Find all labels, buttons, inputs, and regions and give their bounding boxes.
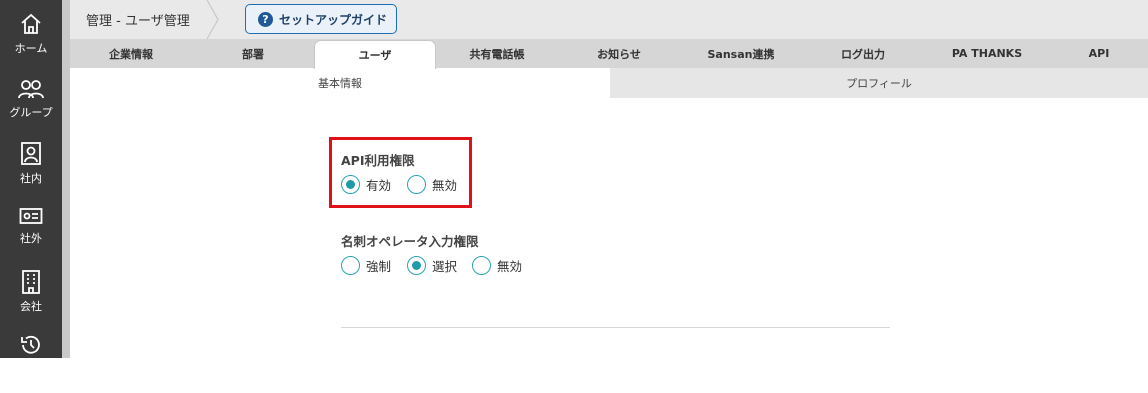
radio-circle [407, 175, 426, 194]
tab-shared-phonebook[interactable]: 共有電話帳 [436, 39, 558, 68]
internal-contacts-icon [0, 142, 62, 166]
nav-home[interactable]: ホーム [0, 12, 62, 72]
building-icon [0, 270, 62, 294]
group-icon [0, 78, 62, 100]
setup-guide-button[interactable]: ? セットアップガイド [245, 4, 397, 34]
tab-notices[interactable]: お知らせ [558, 39, 680, 68]
api-enabled-radio[interactable]: 有効 [341, 175, 391, 194]
operator-disabled-radio[interactable]: 無効 [472, 256, 522, 275]
api-permission-title: API利用権限 [341, 153, 415, 168]
radio-circle [472, 256, 491, 275]
section-divider [341, 327, 890, 328]
radio-label: 無効 [432, 178, 458, 193]
nav-external[interactable]: 社外 [0, 206, 62, 266]
home-icon [0, 12, 62, 36]
nav-external-label: 社外 [20, 232, 42, 245]
radio-label: 有効 [366, 178, 392, 193]
tab-label: Sansan連携 [707, 47, 775, 61]
tab-label: PA THANKS [951, 47, 1023, 60]
tab-label: ユーザ [358, 49, 392, 62]
tab-label: 共有電話帳 [469, 47, 525, 61]
radio-circle [341, 175, 360, 194]
highlight-box [329, 137, 472, 208]
tab-label: 企業情報 [109, 47, 153, 61]
tab-departments[interactable]: 部署 [192, 39, 314, 68]
business-card-icon [0, 206, 62, 226]
tab-log-output[interactable]: ログ出力 [802, 39, 924, 68]
tab-users[interactable]: ユーザ [314, 40, 436, 69]
tab-api[interactable]: API [1050, 39, 1148, 68]
subtab-profile[interactable]: プロフィール [610, 68, 1148, 98]
radio-label: 無効 [497, 259, 523, 274]
breadcrumb-chevron-icon [206, 0, 220, 43]
help-icon: ? [258, 11, 273, 27]
nav-company[interactable]: 会社 [0, 270, 62, 330]
tab-company-info[interactable]: 企業情報 [70, 39, 192, 68]
breadcrumb: 管理 - ユーザ管理 [86, 14, 190, 29]
subtab-basic-info[interactable]: 基本情報 [70, 68, 610, 98]
nav-group[interactable]: グループ [0, 78, 62, 138]
sidebar-edge [62, 0, 70, 358]
radio-circle [407, 256, 426, 275]
tab-label: API [1088, 47, 1110, 60]
nav-company-label: 会社 [20, 300, 42, 313]
sidebar: ホーム グループ 社内 社外 会社 [0, 0, 62, 358]
radio-label: 強制 [366, 259, 392, 274]
operator-forced-radio[interactable]: 強制 [341, 256, 391, 275]
nav-history[interactable] [0, 333, 62, 393]
nav-group-label: グループ [9, 106, 53, 119]
nav-internal-label: 社内 [20, 172, 42, 185]
tab-label: ログ出力 [841, 47, 885, 61]
tab-pa-thanks[interactable]: PA THANKS [924, 39, 1050, 68]
radio-label: 選択 [432, 259, 458, 274]
tab-label: 部署 [242, 47, 264, 61]
nav-home-label: ホーム [14, 42, 48, 55]
subtab-label: プロフィール [846, 77, 912, 90]
main-tabs: 企業情報 部署 ユーザ 共有電話帳 お知らせ Sansan連携 ログ出力 PA … [70, 39, 1148, 69]
header: 管理 - ユーザ管理 ? セットアップガイド [70, 0, 1148, 40]
nav-internal[interactable]: 社内 [0, 142, 62, 202]
setup-guide-label: セットアップガイド [279, 12, 388, 27]
subtab-label: 基本情報 [318, 77, 362, 90]
api-disabled-radio[interactable]: 無効 [407, 175, 457, 194]
radio-circle [341, 256, 360, 275]
operator-select-radio[interactable]: 選択 [407, 256, 457, 275]
sub-tabs: 基本情報 プロフィール [70, 68, 1148, 98]
history-icon [0, 333, 62, 357]
tab-label: お知らせ [597, 47, 641, 61]
tab-sansan[interactable]: Sansan連携 [680, 39, 802, 68]
card-operator-permission-title: 名刺オペレータ入力権限 [341, 234, 479, 249]
